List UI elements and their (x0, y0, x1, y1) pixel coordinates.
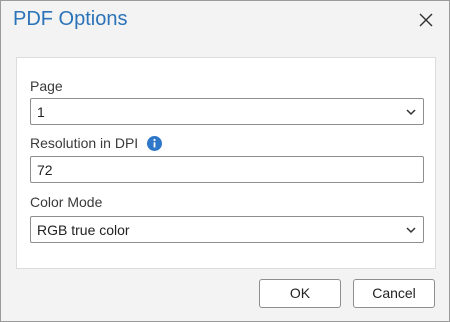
chevron-down-icon (406, 227, 416, 234)
pdf-options-dialog: PDF Options Page 1 Resolution in DPI 72 (0, 0, 450, 322)
dialog-title: PDF Options (13, 8, 128, 30)
page-select-value: 1 (37, 104, 45, 120)
page-label: Page (30, 78, 63, 94)
dialog-titlebar: PDF Options (1, 1, 449, 41)
page-select[interactable]: 1 (30, 98, 424, 125)
info-icon[interactable] (147, 136, 162, 151)
close-button[interactable] (415, 9, 437, 31)
color-mode-select[interactable]: RGB true color (30, 216, 424, 243)
chevron-down-icon (406, 109, 416, 116)
resolution-input[interactable]: 72 (30, 156, 424, 183)
close-icon (419, 13, 433, 27)
options-panel: Page 1 Resolution in DPI 72 Color Mode R… (16, 57, 436, 269)
resolution-input-value: 72 (37, 162, 53, 178)
color-mode-label: Color Mode (30, 194, 103, 210)
resolution-label: Resolution in DPI (30, 135, 139, 151)
cancel-button[interactable]: Cancel (353, 279, 435, 308)
ok-button[interactable]: OK (259, 279, 341, 308)
color-mode-select-value: RGB true color (37, 222, 130, 238)
